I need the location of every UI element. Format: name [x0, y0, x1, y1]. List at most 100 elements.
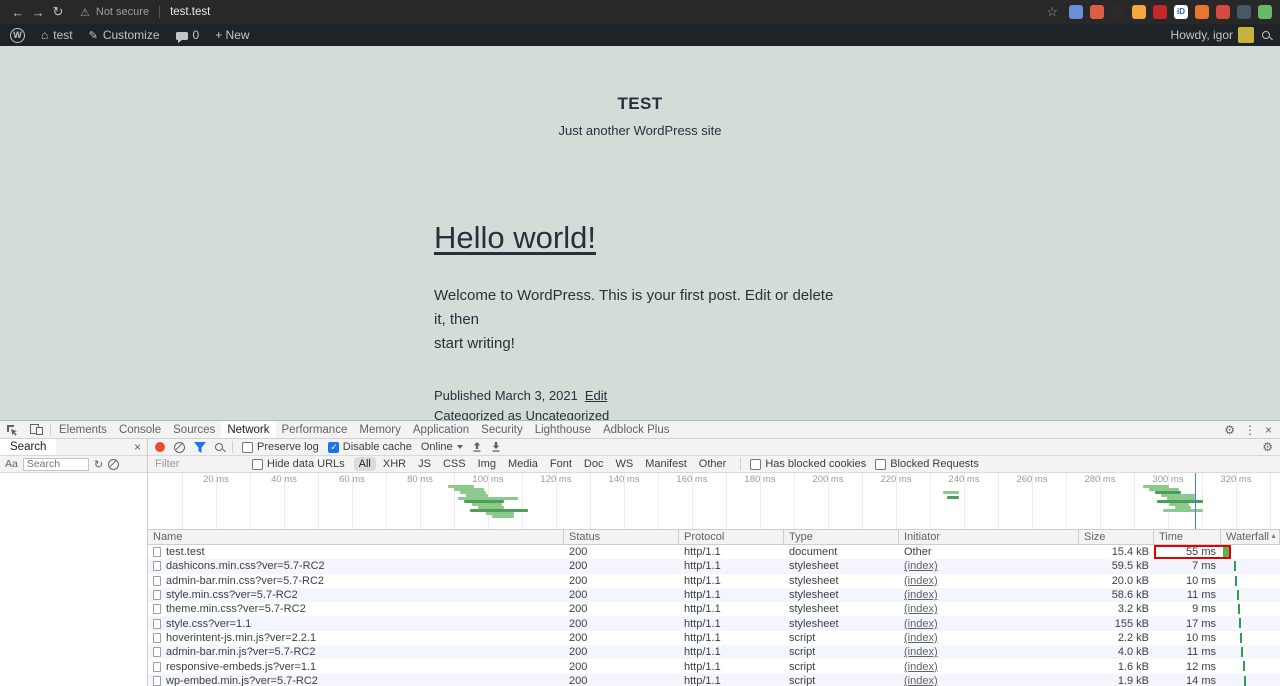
column-header-time[interactable]: Time [1154, 530, 1221, 544]
wp-logo-menu[interactable]: W [10, 27, 25, 43]
table-row[interactable]: style.min.css?ver=5.7-RC2 200 http/1.1 styl… [148, 587, 1280, 603]
scrollbar-up-icon[interactable]: ▲ [1270, 533, 1277, 540]
url-text[interactable]: test.test [170, 6, 210, 18]
extension-icon[interactable]: iD [1174, 5, 1188, 19]
column-header-protocol[interactable]: Protocol [679, 530, 784, 544]
back-icon[interactable]: ← [8, 5, 28, 20]
table-row[interactable]: hoverintent-js.min.js?ver=2.2.1 200 http/1… [148, 631, 1280, 645]
table-row[interactable]: theme.min.css?ver=5.7-RC2 200 http/1.1 styl… [148, 602, 1280, 616]
table-row[interactable]: admin-bar.min.css?ver=5.7-RC2 200 http/1.1… [148, 574, 1280, 588]
column-header-initiator[interactable]: Initiator [899, 530, 1079, 544]
initiator-link[interactable]: (index) [904, 646, 938, 658]
site-title[interactable]: TEST [0, 94, 1280, 114]
initiator-link[interactable]: (index) [904, 575, 938, 587]
filter-input[interactable] [155, 458, 243, 470]
tab-console[interactable]: Console [113, 421, 167, 438]
tab-elements[interactable]: Elements [53, 421, 113, 438]
column-header-status[interactable]: Status [564, 530, 679, 544]
filter-pill-doc[interactable]: Doc [579, 457, 609, 471]
table-row[interactable]: test.test 200 http/1.1 document Other 15.4 kB… [148, 545, 1280, 560]
refresh-search-icon[interactable]: ↻ [94, 458, 103, 471]
tab-application[interactable]: Application [407, 421, 475, 438]
post-title-link[interactable]: Hello world! [434, 220, 596, 256]
extension-icon[interactable] [1153, 5, 1167, 19]
has-blocked-cookies-checkbox[interactable]: Has blocked cookies [750, 458, 866, 470]
close-devtools-icon[interactable]: × [1262, 423, 1275, 437]
tab-security[interactable]: Security [475, 421, 529, 438]
column-header-size[interactable]: Size [1079, 530, 1154, 544]
filter-pill-js[interactable]: JS [413, 457, 436, 471]
match-case-toggle[interactable]: Aa [5, 458, 18, 470]
close-search-icon[interactable]: × [128, 440, 147, 454]
initiator-link[interactable]: (index) [904, 589, 938, 601]
import-har-icon[interactable] [472, 442, 482, 452]
device-toolbar-icon[interactable] [24, 421, 48, 438]
extension-icon[interactable] [1111, 5, 1125, 19]
bookmark-star-icon[interactable]: ☆ [1046, 4, 1058, 20]
table-row[interactable]: dashicons.min.css?ver=5.7-RC2 200 http/1.1… [148, 559, 1280, 574]
column-header-waterfall[interactable]: Waterfall ▲ [1221, 530, 1280, 544]
tab-lighthouse[interactable]: Lighthouse [529, 421, 597, 438]
filter-pill-ws[interactable]: WS [610, 457, 638, 471]
inspect-element-icon[interactable] [0, 421, 24, 438]
table-row[interactable]: wp-embed.min.js?ver=5.7-RC2 200 http/1.1 sc… [148, 673, 1280, 686]
extension-icon[interactable] [1195, 5, 1209, 19]
extension-icon[interactable] [1090, 5, 1104, 19]
initiator-link[interactable]: (index) [904, 661, 938, 673]
disable-cache-checkbox[interactable]: Disable cache [327, 441, 412, 453]
tab-network[interactable]: Network [221, 421, 276, 438]
settings-gear-icon[interactable]: ⚙ [1221, 423, 1238, 437]
new-content-menu[interactable]: + New [215, 28, 249, 42]
export-har-icon[interactable] [491, 442, 501, 452]
search-input[interactable] [22, 457, 89, 471]
tab-performance[interactable]: Performance [276, 421, 354, 438]
my-account-menu[interactable]: Howdy, igor [1171, 27, 1254, 43]
network-overview-timeline[interactable]: 20 ms 40 ms 60 ms 80 ms 100 ms 120 ms 140 ms 16… [148, 473, 1280, 530]
throttling-select[interactable]: Online [421, 441, 463, 453]
filter-pill-all[interactable]: All [353, 457, 376, 471]
extension-icon[interactable] [1237, 5, 1251, 19]
table-row[interactable]: style.css?ver=1.1 200 http/1.1 stylesheet (i… [148, 616, 1280, 631]
column-header-name[interactable]: Name [148, 530, 564, 544]
table-row[interactable]: admin-bar.min.js?ver=5.7-RC2 200 http/1.1 s… [148, 645, 1280, 660]
network-settings-gear-icon[interactable]: ⚙ [1262, 440, 1273, 454]
admin-search-icon[interactable] [1262, 31, 1270, 39]
filter-pill-font[interactable]: Font [545, 457, 577, 471]
filter-funnel-icon[interactable] [194, 441, 206, 453]
column-header-type[interactable]: Type [784, 530, 899, 544]
customize-menu[interactable]: ✎ Customize [89, 28, 160, 42]
table-row[interactable]: responsive-embeds.js?ver=1.1 200 http/1.1 s… [148, 659, 1280, 673]
preserve-log-checkbox[interactable]: Preserve log [242, 441, 319, 453]
extension-icon[interactable] [1132, 5, 1146, 19]
extension-icon[interactable] [1258, 5, 1272, 19]
tab-search[interactable]: Search [0, 439, 57, 455]
edit-link[interactable]: Edit [585, 388, 607, 403]
hide-data-urls-checkbox[interactable]: Hide data URLs [252, 458, 345, 470]
record-icon[interactable] [155, 442, 165, 452]
initiator-link[interactable]: (index) [904, 632, 938, 644]
extension-icon[interactable] [1216, 5, 1230, 19]
clear-search-icon[interactable] [108, 458, 120, 470]
filter-pill-manifest[interactable]: Manifest [640, 457, 692, 471]
refresh-icon[interactable]: ↻ [48, 4, 68, 20]
clear-log-icon[interactable] [174, 441, 185, 453]
filter-pill-img[interactable]: Img [473, 457, 501, 471]
search-network-icon[interactable] [215, 443, 223, 451]
filter-pill-media[interactable]: Media [503, 457, 543, 471]
site-name-menu[interactable]: ⌂ test [41, 28, 73, 42]
tab-memory[interactable]: Memory [353, 421, 407, 438]
forward-icon[interactable]: → [28, 5, 48, 20]
tab-adblock-plus[interactable]: Adblock Plus [597, 421, 675, 438]
initiator-link[interactable]: (index) [904, 618, 938, 630]
tab-sources[interactable]: Sources [167, 421, 221, 438]
comments-menu[interactable]: 0 [175, 28, 199, 43]
filter-pill-xhr[interactable]: XHR [378, 457, 411, 471]
initiator-link[interactable]: (index) [904, 560, 938, 572]
initiator-link[interactable]: (index) [904, 675, 938, 686]
extension-icon[interactable] [1069, 5, 1083, 19]
more-options-icon[interactable]: ⋮ [1241, 423, 1259, 437]
address-bar[interactable]: ⚠ Not secure test.test [80, 6, 210, 19]
filter-pill-css[interactable]: CSS [438, 457, 471, 471]
initiator-link[interactable]: (index) [904, 603, 938, 615]
filter-pill-other[interactable]: Other [694, 457, 732, 471]
